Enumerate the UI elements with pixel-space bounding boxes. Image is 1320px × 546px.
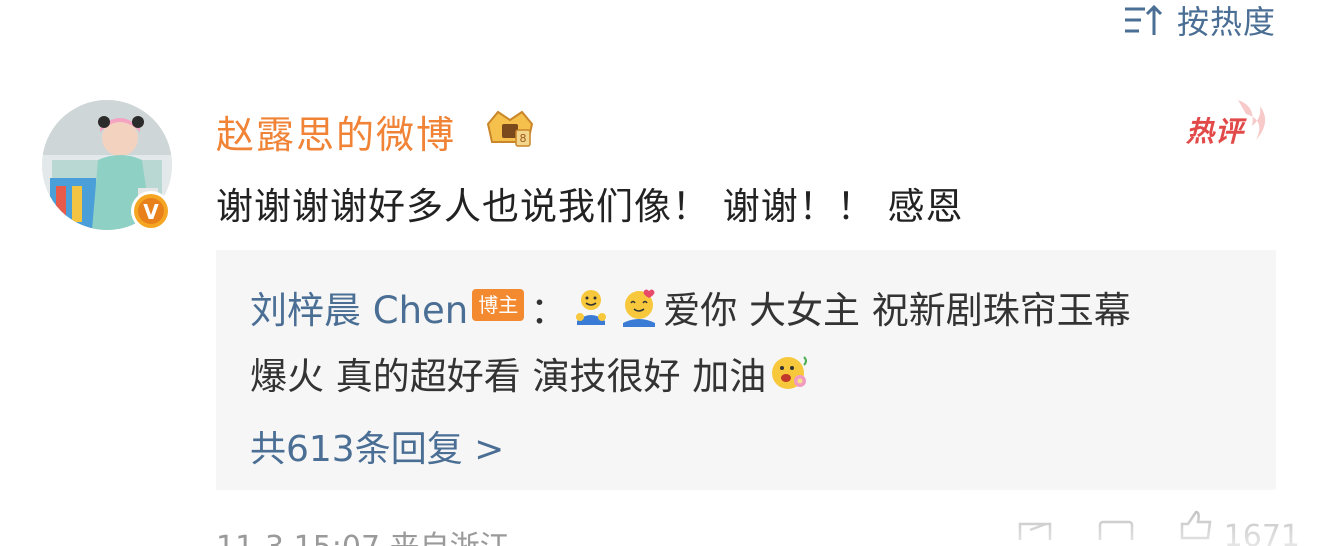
sort-by-hot-button[interactable]: 按热度 xyxy=(1123,0,1276,41)
crown-badge-icon: 8 xyxy=(486,110,534,147)
reply-line-2: 爆火 真的超好看 演技很好 加油 xyxy=(250,346,814,400)
reply-colon: ： xyxy=(530,289,568,332)
reply-preview-box[interactable]: 刘梓晨 Chen 博主 ： 爱你 大女主 祝新剧珠帘玉幕 爆火 真的超好看 演技… xyxy=(216,250,1276,490)
comment-actions: 1671 xyxy=(1016,500,1300,546)
like-count: 1671 xyxy=(1223,518,1300,546)
comment-icon[interactable] xyxy=(1096,500,1136,540)
hug-emoji-icon xyxy=(576,290,607,325)
like-button[interactable]: 1671 xyxy=(1176,500,1300,546)
sort-icon xyxy=(1124,4,1163,35)
comment-page: 按热度 V 赵露思的微博 8 热评 谢谢谢谢好多人也说我们像！ 谢谢！！ 感恩 … xyxy=(0,0,1320,546)
share-icon[interactable] xyxy=(1016,500,1056,540)
avatar[interactable]: V xyxy=(42,100,172,231)
comment-meta: 11-3 15:07 来自浙江 xyxy=(216,522,510,546)
hot-comment-label: 热评 xyxy=(1186,115,1245,148)
reply-line-1: 刘梓晨 Chen 博主 ： 爱你 大女主 祝新剧珠帘玉幕 xyxy=(250,280,1131,334)
reply-text-line2: 爆火 真的超好看 演技很好 加油 xyxy=(250,355,767,398)
comment-text: 谢谢谢谢好多人也说我们像！ 谢谢！！ 感恩 xyxy=(216,185,964,228)
reply-author[interactable]: 刘梓晨 Chen xyxy=(250,280,468,334)
flower-emoji-icon xyxy=(772,356,808,389)
love-hug-emoji-icon xyxy=(623,289,656,327)
sort-label: 按热度 xyxy=(1176,3,1276,41)
svg-text:8: 8 xyxy=(520,132,527,145)
verified-v-icon: V xyxy=(131,191,171,231)
view-all-replies-link[interactable]: 共613条回复 > xyxy=(250,420,504,472)
like-icon xyxy=(1180,510,1212,540)
reply-text-line1: 爱你 大女主 祝新剧珠帘玉幕 xyxy=(663,289,1131,332)
comment-author[interactable]: 赵露思的微博 xyxy=(216,104,456,159)
owner-tag: 博主 xyxy=(472,289,525,321)
hot-comment-badge: 热评 xyxy=(1186,100,1268,150)
svg-text:V: V xyxy=(143,200,159,224)
